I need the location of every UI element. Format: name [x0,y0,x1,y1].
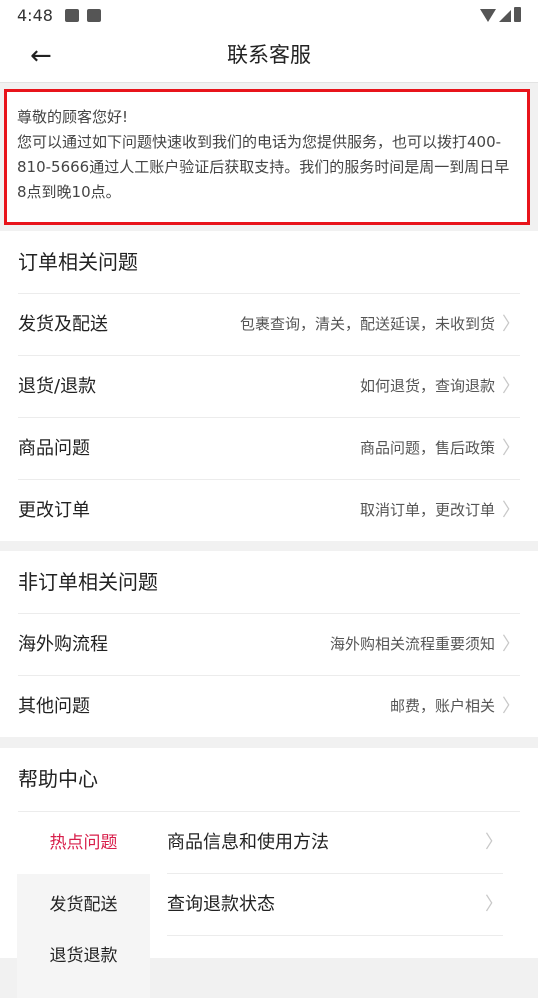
list-item-shipping[interactable]: 发货及配送 包裹查询，清关，配送延误，未收到货 〉 [18,293,520,355]
list-item-product-issue[interactable]: 商品问题 商品问题，售后政策 〉 [18,417,520,479]
chevron-right-icon: 〉 [485,894,503,915]
item-hint: 取消订单，更改订单 [359,501,495,519]
help-center-section: 帮助中心 热点问题 发货配送 退货退款 商品信息和使用方法 〉 查询退款状态 〉 [0,748,538,998]
chevron-right-icon: 〉 [502,314,520,335]
category-hot-questions[interactable]: 热点问题 [17,812,150,874]
item-label: 更改订单 [18,500,90,521]
item-label: 发货及配送 [18,314,108,335]
signal-icon [499,10,511,22]
image-notification-icon [64,8,79,22]
question-label: 商品信息和使用方法 [167,832,329,853]
item-hint: 邮费，账户相关 [389,697,495,715]
category-shipping[interactable]: 发货配送 [17,874,150,936]
battery-icon [514,7,521,22]
order-issues-section: 订单相关问题 发货及配送 包裹查询，清关，配送延误，未收到货 〉 退货/退款 如… [0,231,538,541]
wifi-icon [480,9,496,22]
notice-greeting: 尊敬的顾客您好! [17,108,129,126]
category-return-refund[interactable]: 退货退款 [17,936,150,998]
item-hint: 商品问题，售后政策 [359,439,495,457]
chevron-right-icon: 〉 [502,696,520,717]
item-hint: 包裹查询，清关，配送延误，未收到货 [239,315,495,333]
item-label: 海外购流程 [18,634,108,655]
non-order-issues-section: 非订单相关问题 海外购流程 海外购相关流程重要须知 〉 其他问题 邮费，账户相关… [0,551,538,737]
status-bar: 4:48 [0,0,538,30]
item-hint: 海外购相关流程重要须知 [329,635,495,653]
service-notice: 尊敬的顾客您好! 您可以通过如下问题快速收到我们的电话为您提供服务，也可以拨打4… [4,89,530,225]
back-arrow-icon[interactable]: ← [30,38,70,74]
list-item-change-order[interactable]: 更改订单 取消订单，更改订单 〉 [18,479,520,541]
item-label: 其他问题 [18,696,90,717]
chevron-right-icon: 〉 [502,634,520,655]
app-notification-icon [86,8,101,22]
section-title: 帮助中心 [18,767,98,791]
question-refund-status[interactable]: 查询退款状态 〉 [167,874,503,936]
list-item-return-refund[interactable]: 退货/退款 如何退货，查询退款 〉 [18,355,520,417]
page-title: 联系客服 [227,43,311,67]
section-title: 订单相关问题 [18,250,138,274]
item-label: 商品问题 [18,438,90,459]
chevron-right-icon: 〉 [485,832,503,853]
list-item-overseas-process[interactable]: 海外购流程 海外购相关流程重要须知 〉 [18,613,520,675]
section-title: 非订单相关问题 [18,570,158,594]
app-bar: 联系客服 ← [0,30,538,83]
status-time: 4:48 [17,5,53,25]
question-product-info[interactable]: 商品信息和使用方法 〉 [167,812,503,874]
chevron-right-icon: 〉 [502,376,520,397]
question-label: 查询退款状态 [167,894,275,915]
chevron-right-icon: 〉 [502,500,520,521]
notice-body: 您可以通过如下问题快速收到我们的电话为您提供服务，也可以拨打400-810-56… [17,133,510,201]
list-item-other-issues[interactable]: 其他问题 邮费，账户相关 〉 [18,675,520,737]
item-hint: 如何退货，查询退款 [359,377,495,395]
chevron-right-icon: 〉 [502,438,520,459]
item-label: 退货/退款 [18,376,97,397]
